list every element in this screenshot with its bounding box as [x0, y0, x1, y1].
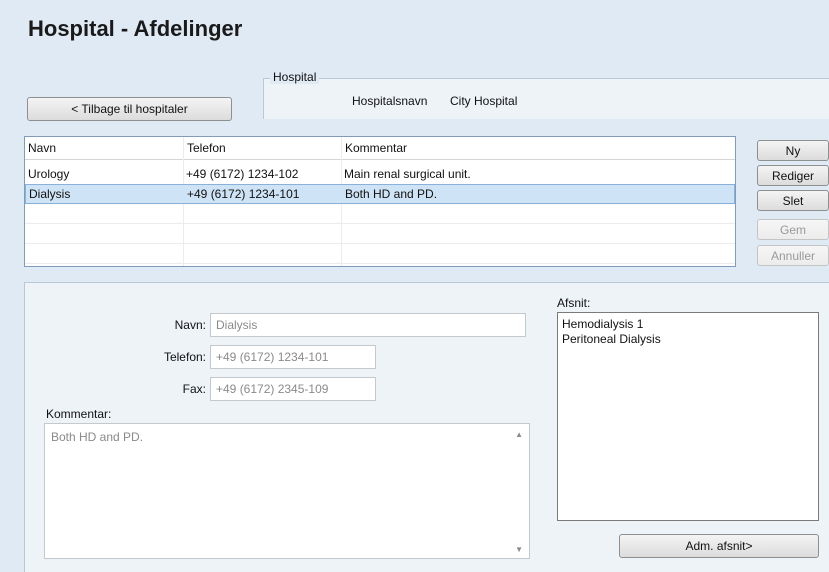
table-row-empty [25, 204, 735, 224]
navn-label: Navn: [174, 318, 206, 332]
cell-telefon: +49 (6172) 1234-102 [186, 167, 299, 181]
kommentar-label: Kommentar: [46, 407, 112, 421]
cell-kommentar: Main renal surgical unit. [344, 167, 471, 181]
edit-button[interactable]: Rediger [757, 165, 829, 186]
afsnit-list[interactable]: Hemodialysis 1 Peritoneal Dialysis [557, 312, 819, 521]
hospital-groupbox [263, 78, 829, 119]
scroll-down-arrow-icon[interactable]: ▼ [515, 545, 523, 554]
table-header: Navn Telefon Kommentar [25, 137, 735, 160]
column-header-telefon[interactable]: Telefon [183, 137, 341, 159]
kommentar-textarea[interactable]: Both HD and PD. ▲ ▼ [44, 423, 530, 559]
navn-field[interactable]: Dialysis [210, 313, 526, 337]
telefon-label: Telefon: [163, 350, 206, 364]
cell-navn: Urology [28, 167, 70, 181]
cell-kommentar: Both HD and PD. [345, 187, 438, 201]
table-row-urology[interactable]: Urology +49 (6172) 1234-102 Main renal s… [25, 165, 735, 185]
fax-field[interactable]: +49 (6172) 2345-109 [210, 377, 376, 401]
afsnit-label: Afsnit: [557, 296, 591, 310]
cell-navn: Dialysis [29, 187, 71, 201]
hospital-name-label: Hospitalsnavn [352, 94, 428, 108]
column-header-kommentar[interactable]: Kommentar [341, 137, 735, 159]
hospital-name-value: City Hospital [450, 94, 518, 108]
save-button[interactable]: Gem [757, 219, 829, 240]
cancel-button[interactable]: Annuller [757, 245, 829, 266]
scroll-up-arrow-icon[interactable]: ▲ [515, 430, 523, 439]
list-item[interactable]: Peritoneal Dialysis [562, 332, 814, 347]
telefon-field[interactable]: +49 (6172) 1234-101 [210, 345, 376, 369]
table-row-empty [25, 244, 735, 264]
cell-telefon: +49 (6172) 1234-101 [187, 187, 300, 201]
hospital-legend: Hospital [270, 70, 320, 84]
page-title: Hospital - Afdelinger [28, 16, 243, 41]
table-row-dialysis[interactable]: Dialysis +49 (6172) 1234-101 Both HD and… [25, 184, 735, 204]
kommentar-text: Both HD and PD. [51, 430, 144, 444]
delete-button[interactable]: Slet [757, 190, 829, 211]
list-item[interactable]: Hemodialysis 1 [562, 317, 814, 332]
new-button[interactable]: Ny [757, 140, 829, 161]
table-row-empty [25, 224, 735, 244]
back-to-hospitals-button[interactable]: < Tilbage til hospitaler [27, 97, 232, 121]
fax-label: Fax: [182, 382, 206, 396]
column-header-navn[interactable]: Navn [25, 137, 183, 159]
manage-sections-button[interactable]: Adm. afsnit> [619, 534, 819, 558]
departments-table: Navn Telefon Kommentar Urology +49 (6172… [24, 136, 736, 267]
